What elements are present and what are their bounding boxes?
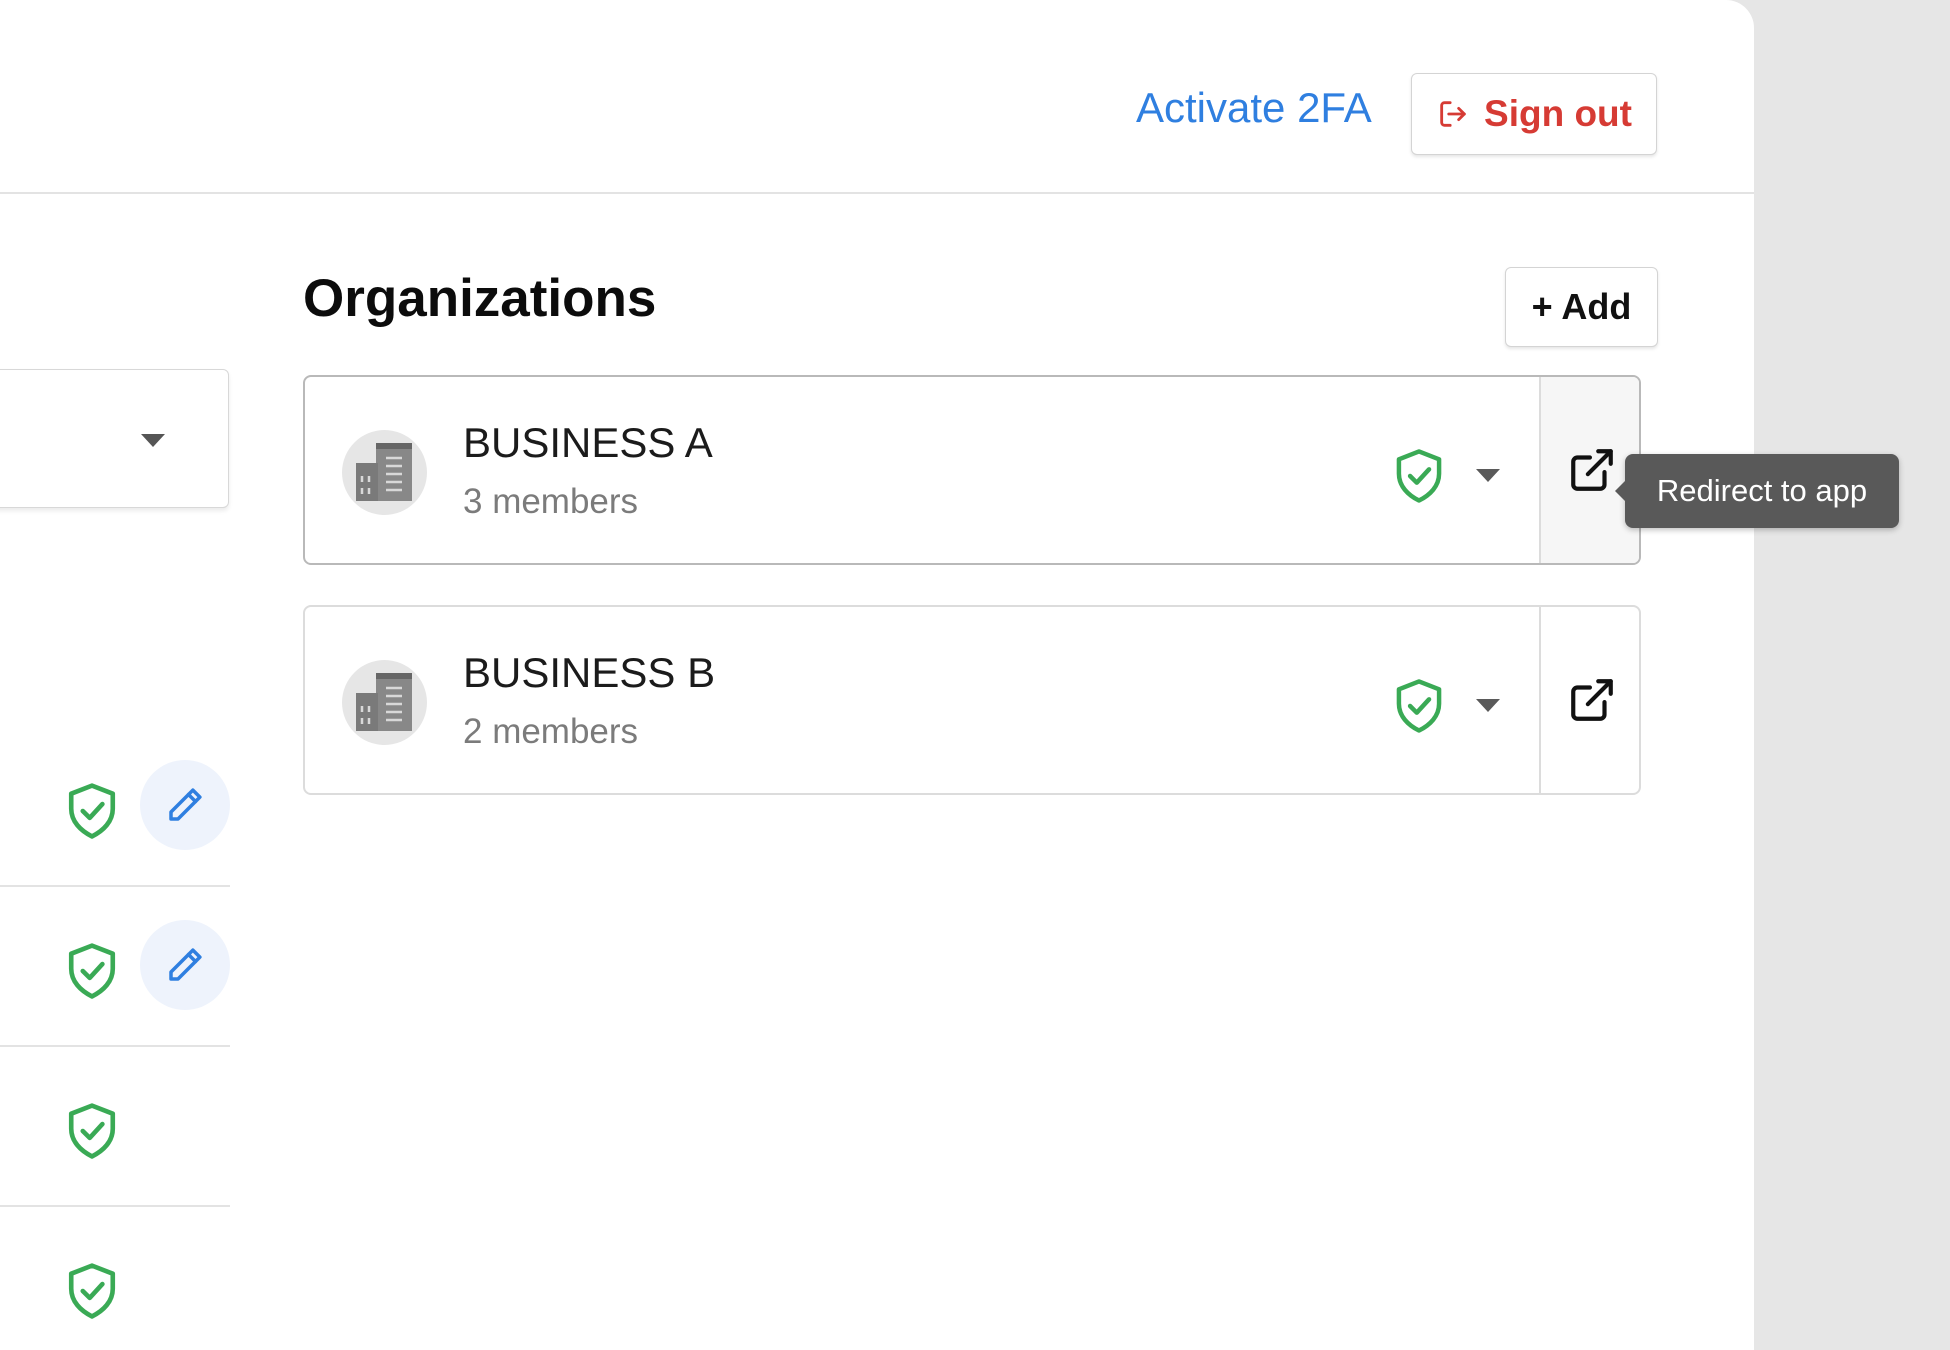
sign-out-icon xyxy=(1440,101,1466,127)
organization-card[interactable]: BUSINESS A 3 members xyxy=(303,375,1641,565)
external-link-icon xyxy=(1571,679,1613,721)
activate-2fa-link[interactable]: Activate 2FA xyxy=(1136,84,1372,132)
caret-down-icon xyxy=(141,434,165,447)
caret-down-icon[interactable] xyxy=(1476,699,1500,712)
left-dropdown[interactable] xyxy=(0,369,229,508)
shield-check-icon xyxy=(68,943,116,999)
redirect-tooltip: Redirect to app xyxy=(1615,454,1899,528)
pencil-icon xyxy=(169,788,202,821)
add-organization-button[interactable]: + Add xyxy=(1505,267,1658,347)
list-item xyxy=(0,1045,230,1207)
list-item xyxy=(0,725,230,887)
caret-down-icon[interactable] xyxy=(1476,469,1500,482)
shield-check-icon xyxy=(68,1263,116,1319)
organization-members: 3 members xyxy=(463,482,639,521)
shield-check-icon xyxy=(1396,449,1442,503)
list-item xyxy=(0,885,230,1047)
edit-button[interactable] xyxy=(140,760,230,850)
list-item xyxy=(0,1205,230,1350)
organization-avatar xyxy=(342,430,427,515)
sign-out-button[interactable]: Sign out xyxy=(1411,73,1657,155)
top-bar: Activate 2FA Sign out xyxy=(0,0,1754,194)
building-icon xyxy=(356,443,412,501)
redirect-to-app-button[interactable] xyxy=(1539,607,1639,793)
shield-check-icon xyxy=(68,1103,116,1159)
building-icon xyxy=(356,673,412,731)
sign-out-label: Sign out xyxy=(1484,93,1632,134)
edit-button[interactable] xyxy=(140,920,230,1010)
organization-name: BUSINESS A xyxy=(463,419,713,466)
organization-name: BUSINESS B xyxy=(463,649,716,696)
main-panel: Activate 2FA Sign out Organizations + Ad… xyxy=(0,0,1754,1350)
organization-members: 2 members xyxy=(463,712,639,751)
shield-check-icon xyxy=(1396,679,1442,733)
pencil-icon xyxy=(169,948,202,981)
shield-check-icon xyxy=(68,783,116,839)
organization-card[interactable]: BUSINESS B 2 members xyxy=(303,605,1641,795)
organization-avatar xyxy=(342,660,427,745)
organizations-title: Organizations xyxy=(303,269,657,328)
external-link-icon xyxy=(1571,449,1613,491)
